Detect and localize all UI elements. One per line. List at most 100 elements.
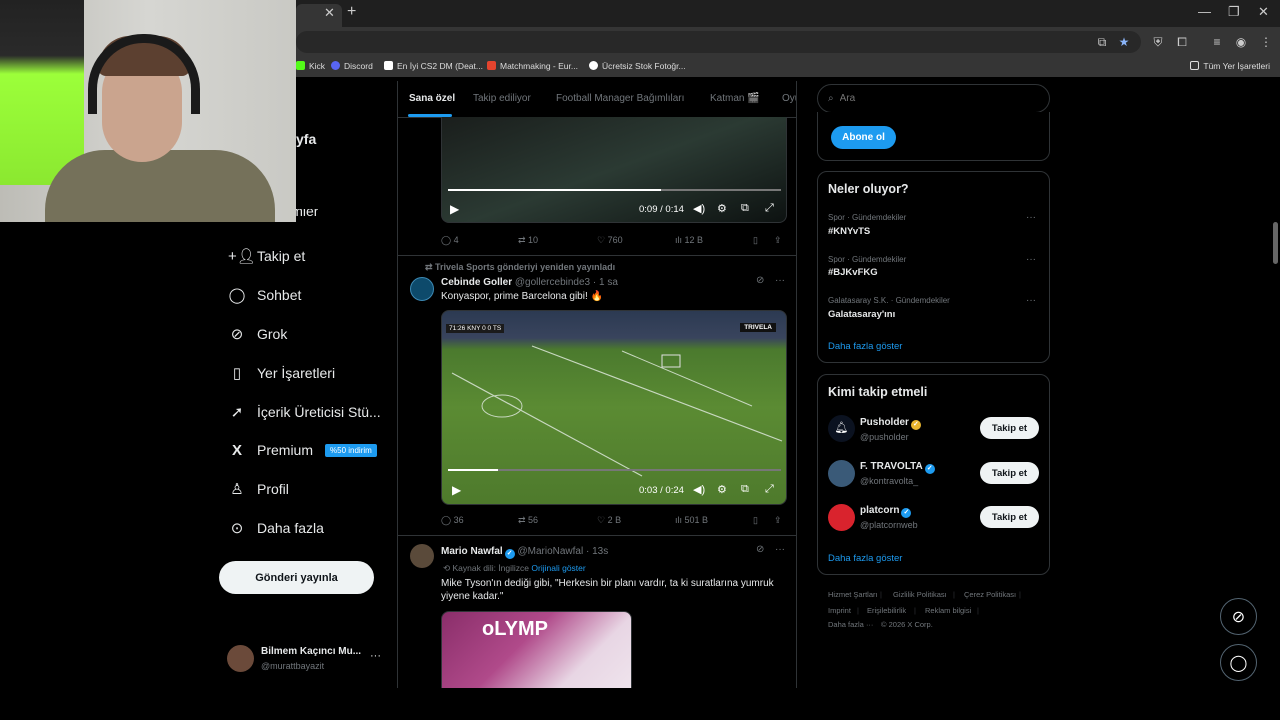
sidebar-item-chat[interactable]: ◯ Sohbet — [228, 280, 302, 310]
footer-link[interactable]: Erişilebilirlik — [867, 606, 906, 615]
who-show-more-link[interactable]: Daha fazla göster — [828, 553, 902, 564]
pip-icon[interactable]: ⧉ — [741, 483, 749, 496]
close-tab-icon[interactable]: ✕ — [324, 5, 335, 21]
post1-video-progress-bar[interactable] — [448, 189, 781, 191]
extensions-icon[interactable]: ⧠ — [1174, 34, 1190, 50]
post3-more-icon[interactable]: ··· — [775, 544, 785, 555]
sidebar-item-more[interactable]: ⊙ Daha fazla — [228, 513, 324, 543]
tab-football-manager[interactable]: Football Manager Bağımlıları — [556, 93, 684, 104]
new-tab-button[interactable]: + — [347, 3, 356, 21]
close-window-button[interactable]: ✕ — [1258, 4, 1269, 20]
messages-fab[interactable]: ◯ — [1220, 644, 1257, 681]
footer-link[interactable]: Reklam bilgisi — [925, 606, 971, 615]
share-icon[interactable]: ⇪ — [774, 515, 782, 526]
restore-button[interactable]: ❐ — [1228, 4, 1240, 20]
play-icon[interactable]: ▶ — [450, 202, 459, 216]
sidebar-item-premium[interactable]: X Premium %50 indirim — [228, 435, 377, 465]
sidebar-item-profile[interactable]: ♙ Profil — [228, 474, 289, 504]
fullscreen-icon[interactable]: ⤢ — [765, 483, 774, 496]
sidebar-item-creator-studio[interactable]: ➚ İçerik Üreticisi Stü... — [228, 397, 381, 427]
tab-partial[interactable]: Oyu — [782, 93, 796, 104]
post3-author[interactable]: Mario Nawfal ✓ @MarioNawfal · 13s — [441, 546, 608, 559]
search-input[interactable] — [839, 93, 1030, 104]
post2-avatar[interactable] — [410, 277, 434, 301]
tab-katman[interactable]: Katman 🎬 — [710, 93, 760, 104]
subscribe-button[interactable]: Abone ol — [831, 126, 896, 149]
settings-icon[interactable]: ⚙ — [717, 202, 727, 215]
footer-link[interactable]: Gizlilik Politikası — [893, 590, 947, 599]
follow-button[interactable]: Takip et — [980, 417, 1039, 439]
account-name[interactable]: Bilmem Kaçıncı Mu... — [261, 646, 361, 657]
suggested-user-name[interactable]: F. TRAVOLTA ✓ — [860, 461, 935, 474]
suggested-user-name[interactable]: Pusholder ✓ — [860, 417, 921, 430]
sidebar-item-grok[interactable]: ⊘ Grok — [228, 319, 288, 349]
post3-image[interactable]: oLYMP — [441, 611, 632, 688]
like-button[interactable]: ♡ 760 — [597, 235, 623, 246]
account-more-icon[interactable]: ··· — [370, 650, 381, 662]
scrollbar[interactable] — [1271, 77, 1280, 688]
install-app-icon[interactable]: ⧉ — [1094, 34, 1110, 50]
like-button[interactable]: ♡ 2 B — [597, 515, 621, 526]
address-bar[interactable] — [296, 31, 1141, 53]
bookmark-matchmaking[interactable]: Matchmaking - Eur... — [487, 61, 578, 71]
bookmark-discord[interactable]: Discord — [331, 61, 373, 71]
show-original-link[interactable]: Orijinali göster — [531, 563, 585, 573]
trends-show-more-link[interactable]: Daha fazla göster — [828, 341, 902, 352]
sidebar-item-partial[interactable]: yfa — [296, 131, 316, 147]
play-icon[interactable]: ▶ — [452, 483, 461, 497]
post2-video[interactable]: 71:26 KNY 0 0 TS TRIVELA ▶ 0:03 / 0:24 ◀… — [441, 310, 787, 505]
tab-for-you[interactable]: Sana özel — [409, 93, 455, 104]
grok-icon[interactable]: ⊘ — [756, 275, 764, 286]
follow-button[interactable]: Takip et — [980, 506, 1039, 528]
grok-icon[interactable]: ⊘ — [756, 544, 764, 555]
media-icon[interactable]: ≡ — [1209, 34, 1225, 50]
scrollbar-thumb[interactable] — [1273, 222, 1278, 264]
post3-avatar[interactable] — [410, 544, 434, 568]
profile-icon[interactable]: ◉ — [1233, 34, 1249, 50]
trend-more-icon[interactable]: ··· — [1026, 295, 1036, 306]
post1-video[interactable]: ▶ 0:09 / 0:14 ◀) ⚙ ⧉ ⤢ — [441, 117, 787, 223]
pip-icon[interactable]: ⧉ — [741, 202, 749, 215]
volume-icon[interactable]: ◀) — [693, 483, 705, 496]
trend-more-icon[interactable]: ··· — [1026, 254, 1036, 265]
suggested-user-name[interactable]: platcorn ✓ — [860, 505, 912, 518]
views-button[interactable]: ılı 12 B — [675, 235, 703, 245]
bookmark-star-icon[interactable]: ★ — [1116, 34, 1132, 50]
bookmark-cs2[interactable]: En İyi CS2 DM (Deat... — [384, 61, 483, 71]
bookmark-icon[interactable]: ▯ — [753, 235, 758, 246]
all-bookmarks[interactable]: Tüm Yer İşaretleri — [1190, 61, 1270, 71]
platcorn-avatar[interactable] — [828, 504, 855, 531]
sidebar-item-follow[interactable]: +👤︎ Takip et — [228, 241, 305, 271]
post2-video-progress-bar[interactable] — [448, 469, 781, 471]
repost-button[interactable]: ⇄ 56 — [518, 515, 538, 526]
post2-more-icon[interactable]: ··· — [775, 275, 785, 286]
shield-icon[interactable]: ⛨ — [1150, 34, 1166, 50]
follow-button[interactable]: Takip et — [980, 462, 1039, 484]
trend-item[interactable]: #BJKvFKG — [828, 267, 878, 278]
menu-icon[interactable]: ⋮ — [1258, 34, 1274, 50]
repost-button[interactable]: ⇄ 10 — [518, 235, 538, 246]
travolta-avatar[interactable] — [828, 460, 855, 487]
share-icon[interactable]: ⇪ — [774, 235, 782, 246]
search-box[interactable]: ⌕ — [817, 84, 1050, 113]
browser-tab[interactable] — [296, 4, 342, 27]
sidebar-item-bookmarks[interactable]: ▯ Yer İşaretleri — [228, 358, 335, 388]
settings-icon[interactable]: ⚙ — [717, 483, 727, 496]
fullscreen-icon[interactable]: ⤢ — [765, 202, 774, 215]
trend-item[interactable]: Galatasaray'ını — [828, 309, 895, 320]
trend-more-icon[interactable]: ··· — [1026, 212, 1036, 223]
footer-link[interactable]: Imprint — [828, 606, 851, 615]
post-button[interactable]: Gönderi yayınla — [219, 561, 374, 594]
tab-following[interactable]: Takip ediliyor — [473, 93, 531, 104]
account-avatar[interactable] — [227, 645, 254, 672]
minimize-button[interactable]: — — [1198, 4, 1211, 19]
grok-fab[interactable]: ⊘ — [1220, 598, 1257, 635]
bookmark-icon[interactable]: ▯ — [753, 515, 758, 526]
views-button[interactable]: ılı 501 B — [675, 515, 708, 525]
volume-icon[interactable]: ◀) — [693, 202, 705, 215]
reply-button[interactable]: ◯ 4 — [441, 235, 459, 246]
footer-link[interactable]: Çerez Politikası — [964, 590, 1016, 599]
bookmark-stock-photos[interactable]: Ücretsiz Stok Fotoğr... — [589, 61, 686, 71]
reply-button[interactable]: ◯ 36 — [441, 515, 464, 526]
post2-author[interactable]: Cebinde Goller @gollercebinde3 · 1 sa — [441, 277, 618, 288]
